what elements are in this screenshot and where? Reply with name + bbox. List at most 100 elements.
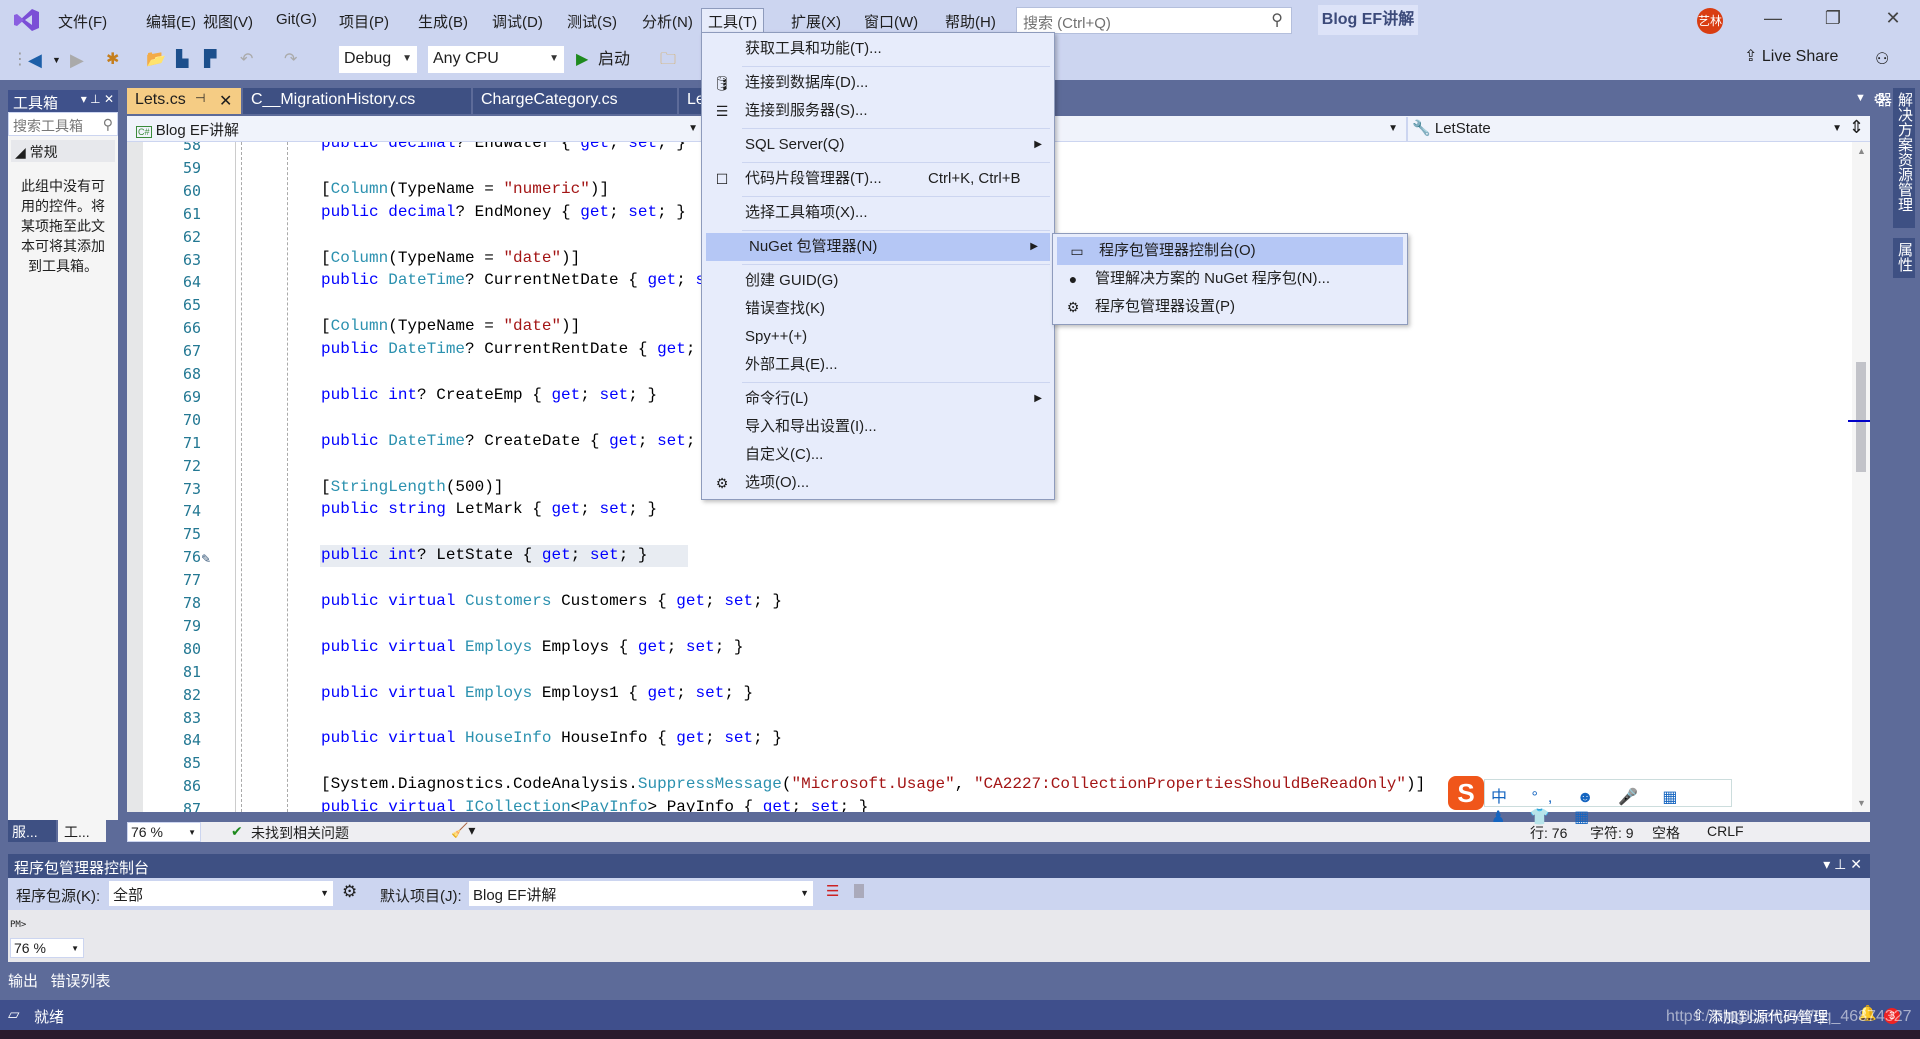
quick-action-icon[interactable]: ✎ (201, 552, 211, 566)
package-source-select[interactable]: 全部 ▼ (109, 881, 333, 906)
undo-icon[interactable]: ↶ (240, 48, 253, 72)
pmc-zoom-select[interactable]: 76 % ▼ (10, 938, 84, 958)
member-dropdown[interactable]: 🔧 LetState ▼ (1406, 117, 1846, 141)
redo-icon[interactable]: ↷ (284, 48, 297, 72)
tab-server-explorer[interactable]: 服... (8, 820, 56, 842)
menu-item[interactable]: 错误查找(K) (702, 295, 1054, 323)
toolbox-group-general[interactable]: ◢ 常规 (11, 140, 115, 162)
start-icon[interactable]: ▶ (576, 48, 588, 72)
code-line[interactable]: [StringLength(500)] (321, 478, 503, 496)
menu-item[interactable]: 外部工具(E)... (702, 351, 1054, 379)
platform-select[interactable]: Any CPU ▼ (427, 45, 565, 74)
start-button[interactable]: 启动 (598, 48, 630, 72)
menu-item[interactable]: 自定义(C)... (702, 441, 1054, 469)
menu-item[interactable]: Spy++(+) (702, 323, 1054, 351)
code-line[interactable]: public DateTime? CurrentRentDate { get; … (321, 340, 763, 358)
default-project-select[interactable]: Blog EF讲解 ▼ (469, 881, 813, 906)
code-line[interactable]: [Column(TypeName = "numeric")] (321, 180, 609, 198)
menu-4[interactable]: 项目(P) (333, 9, 395, 34)
scroll-down-icon[interactable]: ▼ (1857, 798, 1866, 808)
scrollbar-thumb[interactable] (1856, 362, 1866, 472)
tab-toolbox[interactable]: 工... (58, 820, 106, 842)
feedback-icon[interactable]: ⚇ (1875, 48, 1889, 72)
minimize-button[interactable]: — (1758, 8, 1788, 29)
code-line[interactable]: public int? CreateEmp { get; set; } (321, 386, 657, 404)
project-dropdown[interactable]: C# Blog EF讲解 ▼ (132, 117, 702, 141)
code-line[interactable]: public decimal? EndWater { get; set; } (321, 142, 686, 152)
menu-8[interactable]: 分析(N) (636, 9, 699, 34)
forward-icon[interactable]: ▶ (70, 48, 84, 72)
tab-error-list[interactable]: 错误列表 (51, 973, 111, 990)
menu-12[interactable]: 帮助(H) (939, 9, 1002, 34)
solution-name-badge[interactable]: Blog EF讲解 (1318, 5, 1418, 35)
pmc-output[interactable]: PM> 76 % ▼ (8, 910, 1870, 962)
pin-icon[interactable]: ⊣ (195, 91, 205, 105)
code-line[interactable]: [System.Diagnostics.CodeAnalysis.Suppres… (321, 775, 1425, 793)
menu-1[interactable]: 编辑(E) (140, 9, 202, 34)
code-line[interactable]: public virtual Customers Customers { get… (321, 592, 782, 610)
tab-output[interactable]: 输出 (8, 973, 38, 990)
live-share-button[interactable]: ⇪ Live Share (1744, 46, 1838, 66)
chevron-down-icon[interactable]: ▼ (52, 48, 61, 72)
close-window-button[interactable]: ✕ (1878, 8, 1908, 29)
restore-button[interactable]: ❐ (1818, 8, 1848, 29)
menu-item[interactable]: ☐ 代码片段管理器(T)... Ctrl+K, Ctrl+B (702, 165, 1054, 193)
tab-list-dropdown-icon[interactable]: ▼ (1855, 92, 1866, 104)
menu-item[interactable]: 创建 GUID(G) (702, 267, 1054, 295)
configuration-select[interactable]: Debug ▼ (338, 45, 418, 74)
tab-migration-history[interactable]: C__MigrationHistory.cs (243, 88, 472, 114)
menu-7[interactable]: 测试(S) (561, 9, 623, 34)
code-line[interactable]: public decimal? EndMoney { get; set; } (321, 203, 686, 221)
code-line[interactable]: public virtual Employs Employs { get; se… (321, 638, 744, 656)
clear-console-icon[interactable]: ☰ (826, 882, 839, 900)
back-icon[interactable]: ◀ (28, 48, 42, 72)
menu-item[interactable]: 导入和导出设置(I)... (702, 413, 1054, 441)
gear-icon[interactable]: ⚙ (342, 882, 357, 902)
menu-item[interactable]: SQL Server(Q) ▶ (702, 131, 1054, 159)
code-line[interactable]: public virtual ICollection<PayInfo> PayI… (321, 798, 868, 812)
menu-item[interactable]: ▭ 程序包管理器控制台(O) (1057, 237, 1403, 265)
stop-icon[interactable] (854, 884, 864, 898)
menu-6[interactable]: 调试(D) (486, 9, 549, 34)
find-in-files-icon[interactable]: 🗀 (660, 48, 676, 72)
toolbox-search-input[interactable]: 搜索工具箱 ⚲ (8, 112, 118, 136)
menu-item[interactable]: ⚙ 选项(O)... (702, 469, 1054, 497)
tab-properties[interactable]: 属性 (1893, 238, 1915, 278)
toolbar-grip[interactable]: ⋮ (12, 48, 28, 72)
pmc-window-controls[interactable]: ▾ ⊥ ✕ (1823, 856, 1862, 873)
sogou-ime-icon[interactable]: S (1448, 776, 1484, 810)
code-line[interactable]: [Column(TypeName = "date")] (321, 317, 580, 335)
menu-item[interactable]: 获取工具和功能(T)... (702, 35, 1054, 63)
code-line[interactable]: public DateTime? CreateDate { get; set; … (321, 432, 715, 450)
save-icon[interactable]: ▙ (176, 48, 188, 72)
menu-11[interactable]: 窗口(W) (858, 9, 924, 34)
menu-3[interactable]: Git(G) (270, 9, 323, 30)
code-line[interactable]: public DateTime? CurrentNetDate { get; s… (321, 271, 753, 289)
split-window-icon[interactable]: ⇕ (1849, 117, 1864, 138)
tab-charge-category[interactable]: ChargeCategory.cs (473, 88, 678, 114)
menu-item[interactable]: ⚙ 程序包管理器设置(P) (1053, 293, 1407, 321)
menu-item[interactable]: NuGet 包管理器(N) ▶ (706, 233, 1050, 261)
ime-toolbar[interactable]: S 中 °, ☻ 🎤 ▦ ♟ 👕 ▦ (1448, 776, 1732, 826)
indent-indicator[interactable]: 空格 (1652, 823, 1680, 843)
tab-lets-cs[interactable]: Lets.cs ⊣ ✕ (127, 88, 242, 114)
menu-5[interactable]: 生成(B) (412, 9, 474, 34)
open-file-icon[interactable]: 📂 (146, 48, 166, 72)
save-all-icon[interactable]: ▛ (204, 48, 216, 72)
menu-0[interactable]: 文件(F) (52, 9, 113, 34)
code-line[interactable]: public virtual Employs Employs1 { get; s… (321, 684, 753, 702)
menu-item[interactable]: 选择工具箱项(X)... (702, 199, 1054, 227)
menu-item[interactable]: ● 管理解决方案的 NuGet 程序包(N)... (1053, 265, 1407, 293)
code-line[interactable]: public string LetMark { get; set; } (321, 500, 657, 518)
close-icon[interactable]: ✕ (219, 91, 232, 111)
code-line[interactable]: public int? LetState { get; set; } (321, 546, 648, 564)
menu-item[interactable]: 🛢 连接到数据库(D)... (702, 69, 1054, 97)
search-input[interactable]: 搜索 (Ctrl+Q) ⚲ (1016, 7, 1292, 34)
ime-buttons[interactable]: 中 °, ☻ 🎤 ▦ ♟ 👕 ▦ (1484, 779, 1732, 826)
menu-item[interactable]: ☰ 连接到服务器(S)... (702, 97, 1054, 125)
zoom-select[interactable]: 76 % ▼ (127, 822, 201, 842)
menu-item[interactable]: 命令行(L) ▶ (702, 385, 1054, 413)
vertical-scrollbar[interactable]: ▲ ▼ (1848, 142, 1870, 812)
avatar[interactable]: 艺林 (1697, 8, 1723, 34)
menu-2[interactable]: 视图(V) (197, 9, 259, 34)
